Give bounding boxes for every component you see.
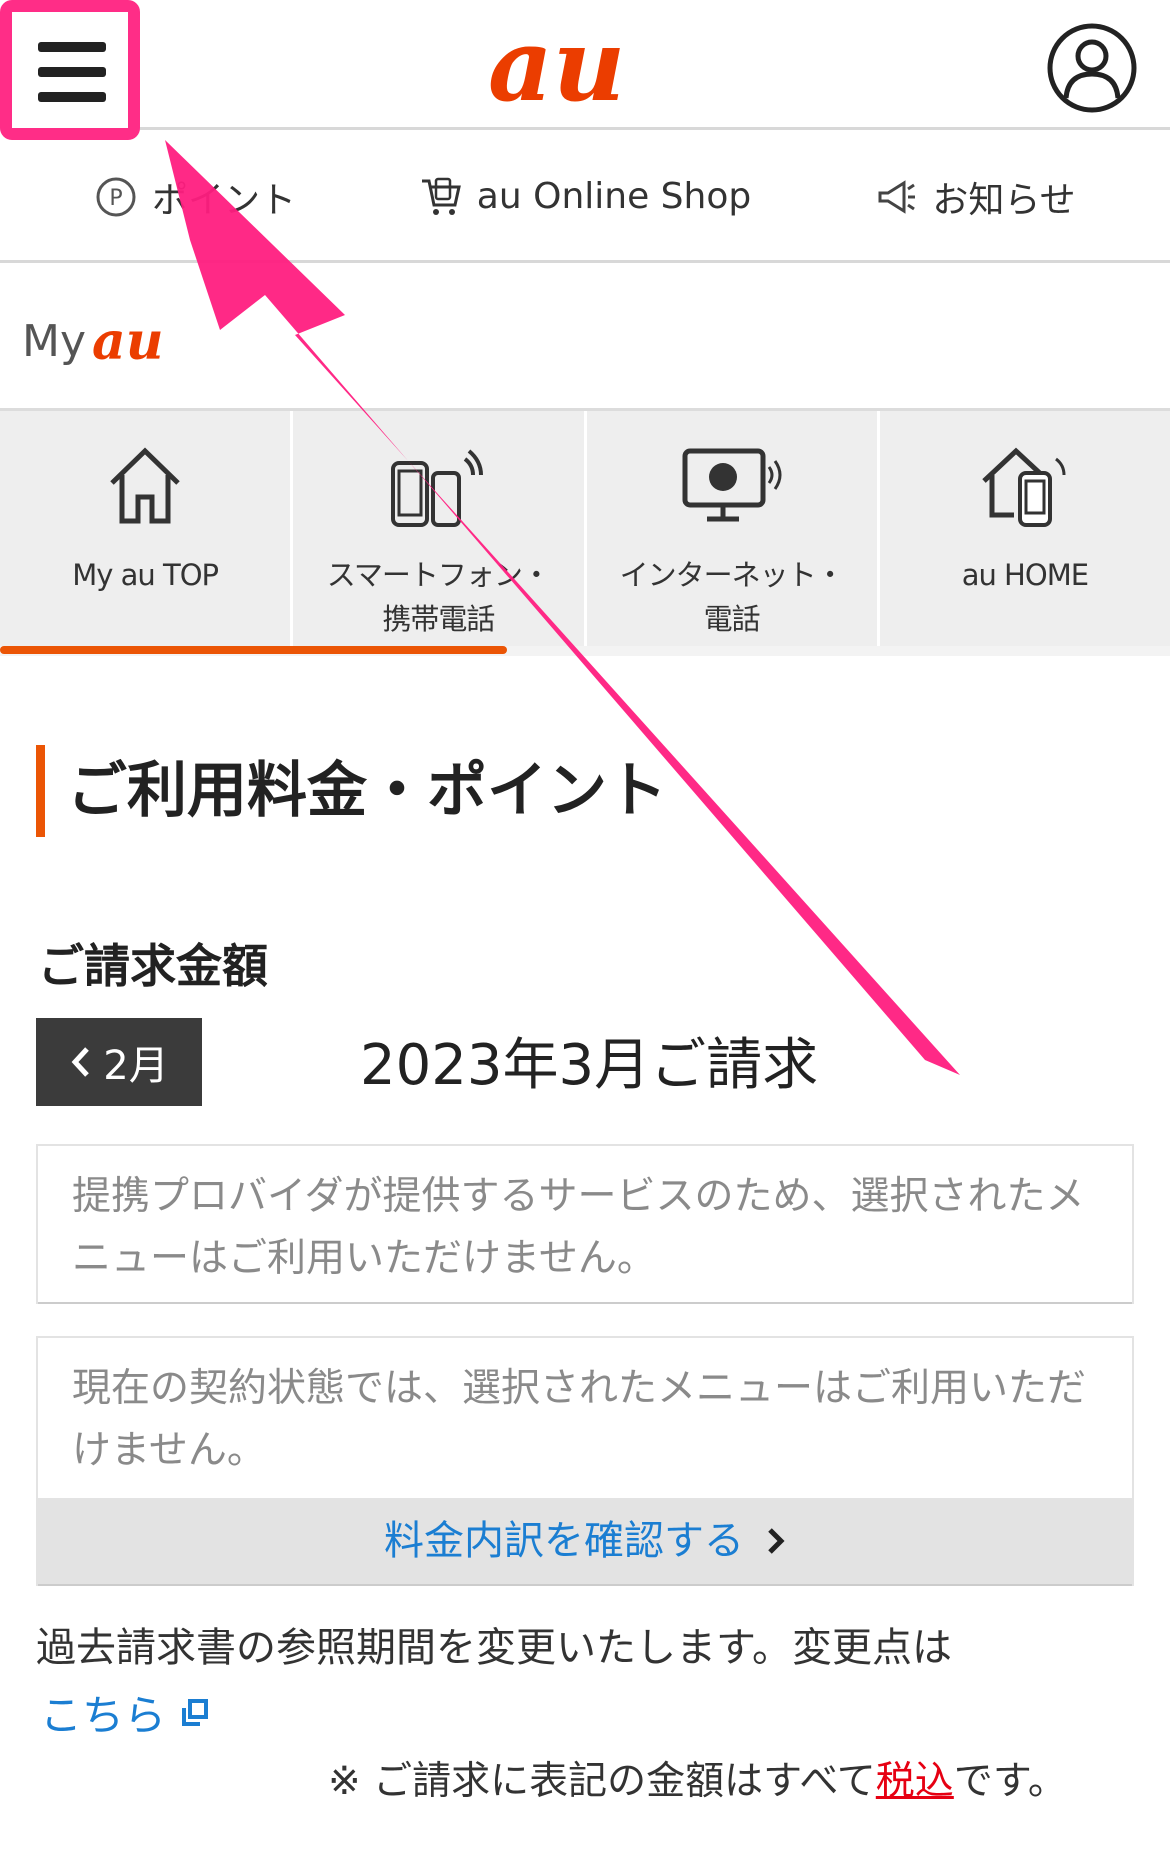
home-icon bbox=[110, 447, 180, 524]
tab-au-home[interactable]: au HOME bbox=[880, 411, 1170, 646]
internet-tv-icon bbox=[682, 448, 782, 522]
subnav-point[interactable]: P ポイント bbox=[0, 171, 390, 223]
notice-contract-text: 現在の契約状態では、選択されたメニューはご利用いただけません。 bbox=[72, 1366, 1087, 1473]
notice-provider-text: 提携プロバイダが提供するサービスのため、選択されたメニューはご利用いただけません… bbox=[72, 1174, 1085, 1281]
tab-smartphone[interactable]: スマートフォン・ 携帯電話 bbox=[293, 411, 587, 646]
tab-my-au-top-label: My au TOP bbox=[72, 558, 219, 592]
au-home-icon bbox=[982, 447, 1066, 527]
here-link[interactable]: こちら bbox=[40, 1682, 210, 1743]
current-billing-month: 2023年3月ご請求 bbox=[360, 1033, 819, 1098]
notice-contract: 現在の契約状態では、選択されたメニューはご利用いただけません。 料金内訳を確認す… bbox=[38, 1338, 1132, 1584]
megaphone-icon bbox=[878, 179, 916, 214]
subnav-news-label: お知らせ bbox=[932, 179, 1076, 221]
notice-provider: 提携プロバイダが提供するサービスのため、選択されたメニューはご利用いただけません… bbox=[38, 1146, 1132, 1302]
smartphone-icon bbox=[391, 449, 484, 527]
hamburger-menu-icon[interactable] bbox=[32, 32, 112, 112]
tax-footnote: ※ ご請求に表記の金額はすべて税込です。 bbox=[328, 1750, 1067, 1806]
here-link-label: こちら bbox=[40, 1691, 167, 1740]
past-invoice-notice: 過去請求書の参照期間を変更いたします。変更点は bbox=[36, 1625, 952, 1671]
header: au bbox=[0, 0, 1170, 140]
tax-footnote-suffix: です。 bbox=[953, 1759, 1067, 1804]
svg-text:au: au bbox=[92, 315, 164, 367]
service-tabs: My au TOP スマートフォン・ 携帯電話 インターネット・ 電話 au H… bbox=[0, 408, 1170, 656]
tab-internet-label: インターネット・ 電話 bbox=[619, 558, 845, 636]
tab-au-home-label: au HOME bbox=[961, 558, 1089, 592]
billing-detail-label: 料金内訳を確認する bbox=[384, 1518, 744, 1564]
tab-smartphone-label: スマートフォン・ 携帯電話 bbox=[326, 558, 551, 636]
svg-text:P: P bbox=[109, 186, 122, 211]
external-link-icon bbox=[182, 1698, 209, 1726]
subnav-news[interactable]: お知らせ bbox=[780, 171, 1170, 223]
menu-highlight-box bbox=[0, 0, 140, 140]
page-title: ご利用料金・ポイント bbox=[36, 745, 667, 837]
shopping-cart-icon bbox=[421, 177, 461, 215]
user-account-icon[interactable] bbox=[1046, 22, 1138, 114]
subnav-online-shop[interactable]: au Online Shop bbox=[390, 175, 780, 219]
page: au P ポイント au Online Shop お知らせ My au My a… bbox=[0, 0, 1170, 1865]
au-logo[interactable]: au bbox=[488, 6, 678, 124]
chevron-right-icon bbox=[768, 1528, 785, 1554]
my-au-prefix: My bbox=[22, 316, 87, 367]
chevron-left-icon bbox=[71, 1047, 90, 1077]
sub-navigation: P ポイント au Online Shop お知らせ bbox=[0, 133, 1170, 263]
billing-subtitle: ご請求金額 bbox=[38, 939, 268, 993]
point-icon: P bbox=[96, 177, 136, 216]
my-au-logo: My au bbox=[22, 315, 182, 367]
previous-month-button[interactable]: 2月 bbox=[36, 1018, 202, 1106]
active-tab-indicator bbox=[0, 646, 507, 654]
subnav-online-shop-label: au Online Shop bbox=[476, 176, 752, 217]
tax-footnote-prefix: ※ ご請求に表記の金額はすべて bbox=[328, 1759, 876, 1804]
billing-detail-link[interactable]: 料金内訳を確認する bbox=[38, 1498, 1132, 1584]
tab-internet[interactable]: インターネット・ 電話 bbox=[587, 411, 880, 646]
subnav-point-label: ポイント bbox=[151, 179, 296, 221]
previous-month-label: 2月 bbox=[103, 1043, 169, 1089]
au-small-logo: au bbox=[92, 315, 164, 367]
tab-my-au-top[interactable]: My au TOP bbox=[0, 411, 294, 646]
svg-text:au: au bbox=[488, 18, 626, 118]
tax-included-link[interactable]: 税込 bbox=[876, 1759, 954, 1804]
